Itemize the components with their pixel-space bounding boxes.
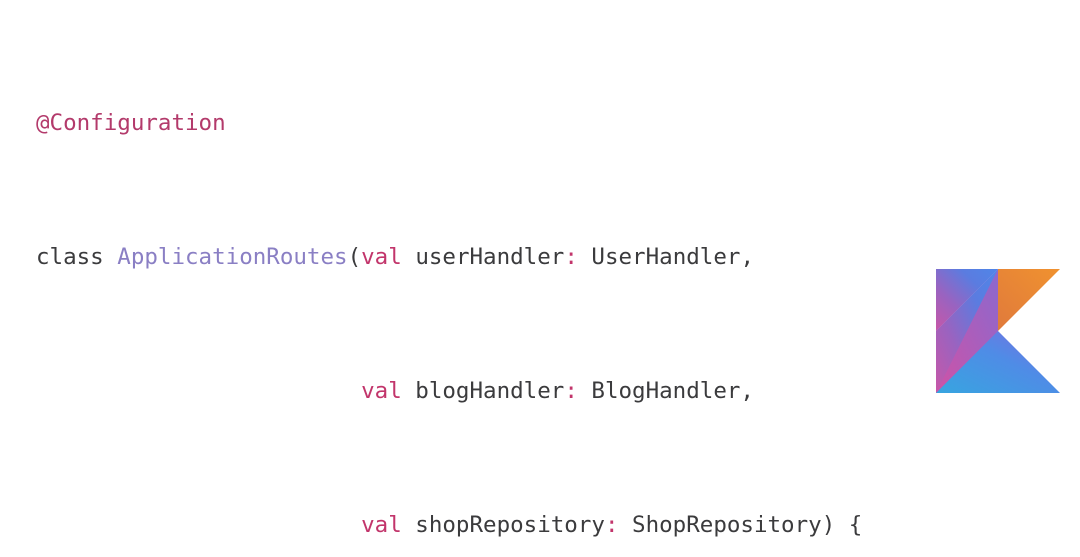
comma-1: , <box>740 243 754 270</box>
indent-4 <box>36 512 361 538</box>
type-shop-repository: ShopRepository <box>632 511 822 538</box>
keyword-val-1: val <box>361 243 402 270</box>
code-line-4: val shopRepository: ShopRepository) { <box>36 509 862 543</box>
space-1 <box>104 244 118 270</box>
keyword-val-3: val <box>361 511 402 538</box>
colon-3: : <box>604 511 619 538</box>
kotlin-wedge-orange <box>998 269 1060 331</box>
annotation-configuration: @Configuration <box>36 109 226 136</box>
indent-3 <box>36 378 361 404</box>
space-3 <box>578 244 592 270</box>
type-blog-handler: BlogHandler <box>591 377 741 404</box>
space-4 <box>402 378 416 404</box>
colon-2: : <box>564 377 578 404</box>
param-shop-repository: shopRepository <box>415 511 605 538</box>
keyword-val-2: val <box>361 377 402 404</box>
kotlin-logo-svg <box>936 269 1060 393</box>
space-2 <box>402 244 416 270</box>
space-5 <box>578 378 592 404</box>
code-block: @Configuration class ApplicationRoutes(v… <box>36 6 862 557</box>
type-user-handler: UserHandler <box>591 243 741 270</box>
kotlin-logo <box>936 266 1060 396</box>
keyword-class: class <box>36 243 104 270</box>
kotlin-code-slide: @Configuration class ApplicationRoutes(v… <box>0 0 1080 557</box>
space-6 <box>402 512 416 538</box>
paren-close-ctor: ) { <box>821 511 863 538</box>
space-7 <box>619 512 633 538</box>
code-line-2: class ApplicationRoutes(val userHandler:… <box>36 241 862 275</box>
comma-2: , <box>740 377 754 404</box>
param-blog-handler: blogHandler <box>415 377 565 404</box>
param-user-handler: userHandler <box>415 243 565 270</box>
paren-open-ctor: ( <box>347 243 362 270</box>
colon-1: : <box>564 243 578 270</box>
code-line-3: val blogHandler: BlogHandler, <box>36 375 862 409</box>
code-line-1: @Configuration <box>36 107 862 141</box>
type-application-routes: ApplicationRoutes <box>117 243 348 270</box>
